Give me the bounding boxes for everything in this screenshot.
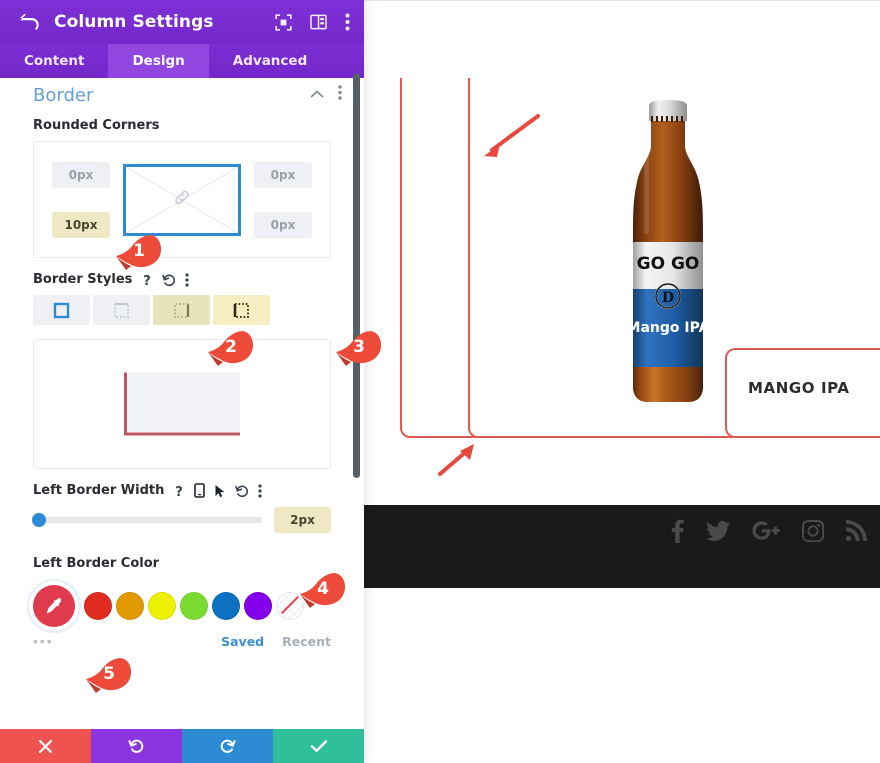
instagram-icon[interactable] (802, 520, 824, 547)
facebook-icon[interactable] (671, 519, 684, 548)
product-title: MANGO IPA (748, 379, 850, 397)
column-settings-panel: Column Settings (0, 0, 364, 763)
left-border-color-label-text: Left Border Color (33, 556, 159, 571)
swatch-purple[interactable] (244, 592, 272, 620)
recent-colors-tab[interactable]: Recent (282, 634, 331, 649)
site-footer (364, 505, 880, 588)
annotation-arrow-down-left (478, 110, 544, 160)
annotation-arrow-up-right (434, 440, 480, 480)
mobile-device-icon[interactable] (194, 483, 205, 498)
social-links (671, 519, 868, 548)
callout-4-number: 4 (296, 570, 342, 608)
color-tabs: Saved Recent (221, 634, 331, 649)
back-arrow-icon[interactable] (18, 11, 40, 33)
left-border-width-label-text: Left Border Width (33, 483, 164, 498)
panel-scrollbar[interactable] (353, 73, 360, 478)
svg-text:?: ? (144, 274, 152, 287)
callout-2-number: 2 (204, 328, 250, 366)
color-footer: ••• Saved Recent (0, 627, 364, 649)
corner-preview-box (123, 164, 241, 236)
rss-icon[interactable] (846, 520, 868, 547)
callout-3-number: 3 (332, 328, 378, 366)
cursor-pointer-icon[interactable] (214, 484, 226, 498)
corner-top-left-input[interactable]: 0px (52, 162, 110, 188)
kebab-menu-icon[interactable] (258, 484, 262, 498)
kebab-menu-icon[interactable] (338, 85, 342, 105)
layout-split-icon[interactable] (310, 14, 327, 30)
undo-button[interactable] (91, 729, 182, 763)
redo-button[interactable] (182, 729, 273, 763)
callout-4: 4 (296, 570, 342, 608)
left-border-width-value[interactable]: 2px (274, 507, 331, 533)
rounded-corners-control: 0px 0px 10px 0px (33, 141, 331, 258)
screenshot-root: MANGO IPA (0, 0, 880, 763)
saved-colors-tab[interactable]: Saved (221, 634, 264, 649)
swatch-blue[interactable] (212, 592, 240, 620)
question-mark-icon[interactable]: ? (173, 484, 185, 498)
left-border-width-row: 2px (0, 506, 364, 534)
border-preview-card (33, 339, 331, 469)
reset-arrow-icon[interactable] (235, 484, 249, 498)
swatch-red[interactable] (84, 592, 112, 620)
panel-header: Column Settings (0, 0, 364, 44)
corner-top-right-input[interactable]: 0px (254, 162, 312, 188)
question-mark-icon[interactable]: ? (141, 273, 153, 287)
svg-text:?: ? (176, 485, 184, 498)
callout-5-number: 5 (82, 655, 128, 693)
svg-text:D: D (662, 290, 674, 306)
callout-5: 5 (82, 655, 128, 693)
border-styles-label-text: Border Styles (33, 272, 132, 287)
panel-header-actions (275, 13, 350, 31)
more-colors-dots[interactable]: ••• (33, 634, 54, 648)
eyedropper-icon[interactable] (33, 585, 75, 627)
panel-title: Column Settings (54, 12, 214, 32)
border-preview-box (124, 373, 240, 436)
link-icon[interactable] (173, 188, 191, 211)
border-style-right-button[interactable] (153, 295, 210, 325)
border-styles-label: Border Styles ? (0, 258, 364, 295)
slider-handle[interactable] (32, 513, 46, 527)
callout-1: 1 (112, 232, 158, 270)
twitter-icon[interactable] (706, 521, 730, 546)
tab-content[interactable]: Content (0, 44, 108, 78)
cancel-button[interactable] (0, 729, 91, 763)
border-style-left-button[interactable] (213, 295, 270, 325)
reset-arrow-icon[interactable] (162, 273, 176, 287)
swatch-green[interactable] (180, 592, 208, 620)
rounded-corners-label-text: Rounded Corners (33, 118, 160, 133)
corner-bottom-left-input[interactable]: 10px (52, 212, 110, 238)
panel-action-bar (0, 729, 364, 763)
save-button[interactable] (273, 729, 364, 763)
section-title: Border (33, 85, 93, 106)
swatch-yellow[interactable] (148, 592, 176, 620)
svg-text:Mango IPA: Mango IPA (627, 320, 710, 336)
kebab-menu-icon[interactable] (185, 273, 189, 287)
beer-bottle-image: GO GO D Mango IPA (620, 94, 716, 412)
border-styles-options (33, 295, 331, 325)
google-plus-icon[interactable] (752, 520, 780, 547)
rounded-corners-label: Rounded Corners (0, 104, 364, 141)
callout-2: 2 (204, 328, 250, 366)
swatch-orange[interactable] (116, 592, 144, 620)
svg-text:GO GO: GO GO (637, 254, 700, 274)
panel-tabs: Content Design Advanced (0, 44, 364, 78)
border-style-top-button[interactable] (93, 295, 150, 325)
border-style-all-button[interactable] (33, 295, 90, 325)
kebab-menu-icon[interactable] (345, 13, 350, 31)
chevron-up-icon[interactable] (310, 86, 324, 104)
border-section-header[interactable]: Border (0, 78, 364, 104)
preview-top-divider (364, 0, 880, 1)
corner-bottom-right-input[interactable]: 0px (254, 212, 312, 238)
fullscreen-icon[interactable] (275, 14, 292, 31)
left-border-width-slider[interactable] (33, 517, 262, 523)
callout-3: 3 (332, 328, 378, 366)
tab-design[interactable]: Design (108, 44, 208, 78)
tab-advanced[interactable]: Advanced (209, 44, 331, 78)
callout-1-number: 1 (112, 232, 158, 270)
section-actions (310, 85, 350, 105)
left-border-width-label: Left Border Width ? (0, 469, 364, 506)
panel-body: Border Rounded Corners 0px 0px 10px (0, 78, 364, 729)
